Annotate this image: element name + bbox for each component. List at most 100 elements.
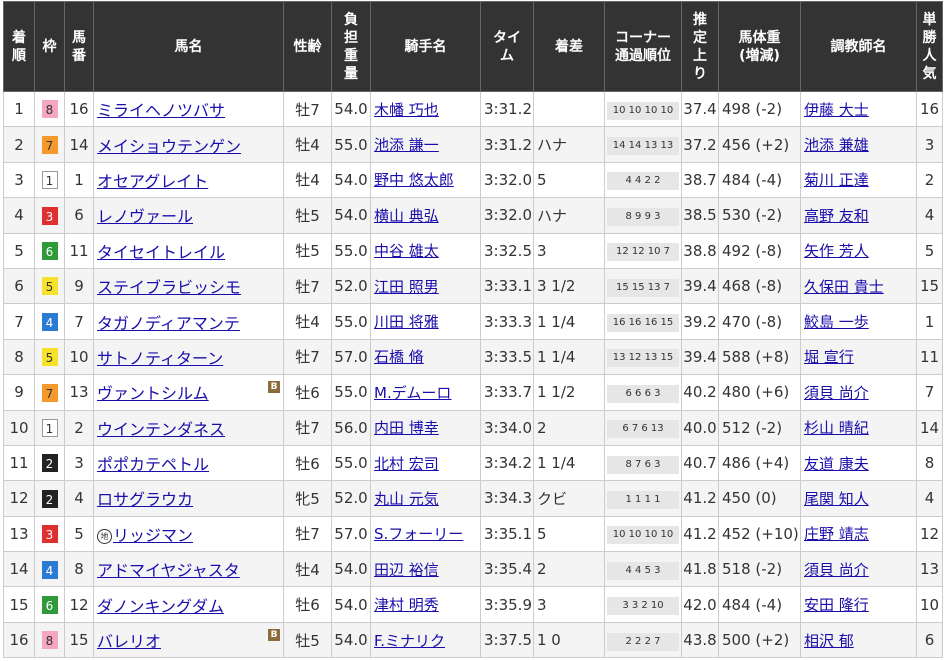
header-jockey[interactable]: 騎手名 <box>370 1 481 92</box>
pop-value: 4 <box>924 206 935 225</box>
trainer-link[interactable]: 須貝 尚介 <box>804 561 869 579</box>
horse-link[interactable]: レノヴァール <box>97 207 193 226</box>
jockey-link[interactable]: 津村 明秀 <box>374 596 439 614</box>
jockey-link[interactable]: 丸山 元気 <box>374 490 439 508</box>
header-margin[interactable]: 着差 <box>533 1 605 92</box>
jockey-link[interactable]: 池添 謙一 <box>374 136 439 154</box>
horse-link[interactable]: メイショウテンゲン <box>97 137 241 156</box>
horse-link[interactable]: ステイブラビッシモ <box>97 278 241 297</box>
trainer-link[interactable]: 安田 隆行 <box>804 596 869 614</box>
jockey-link[interactable]: 石橋 脩 <box>374 348 424 366</box>
horse-link[interactable]: タイセイトレイル <box>97 243 225 262</box>
jockey-link[interactable]: M.デムーロ <box>374 384 451 402</box>
weight-cell: 54.0 <box>331 90 371 128</box>
waku-cell: 2 <box>34 444 65 482</box>
weight-cell: 54.0 <box>331 551 371 588</box>
jockey-link[interactable]: 北村 宏司 <box>374 455 439 473</box>
jockey-link[interactable]: 中谷 雄太 <box>374 242 439 260</box>
body-value: 480 (+6) <box>722 383 790 402</box>
waku-cell: 5 <box>34 267 65 305</box>
trainer-link[interactable]: 池添 兼雄 <box>804 136 869 154</box>
trainer-link[interactable]: 尾関 知人 <box>804 490 869 508</box>
umaban-cell: 1 <box>64 161 94 199</box>
umaban-cell: 6 <box>64 197 94 234</box>
header-horse[interactable]: 馬名 <box>93 1 284 92</box>
trainer-link[interactable]: 久保田 貴士 <box>804 278 884 296</box>
weight-cell: 54.0 <box>331 197 371 234</box>
horse-link[interactable]: ポポカテペトル <box>97 455 209 474</box>
waku-cell: 3 <box>34 515 65 553</box>
body-value: 588 (+8) <box>722 347 790 366</box>
trainer-link[interactable]: 相沢 郁 <box>804 632 854 650</box>
time-value: 3:31.2 <box>484 100 532 119</box>
trainer-link[interactable]: 庄野 靖志 <box>804 525 869 543</box>
header-time[interactable]: タイム <box>480 1 534 92</box>
umaban-value: 12 <box>69 595 89 614</box>
jockey-link[interactable]: F.ミナリク <box>374 632 445 650</box>
body-cell: 480 (+6) <box>718 374 801 411</box>
header-pop[interactable]: 単勝人気 <box>916 1 943 92</box>
trainer-link[interactable]: 菊川 正達 <box>804 171 869 189</box>
margin-value: 3 1/2 <box>537 277 576 296</box>
header-body[interactable]: 馬体重 (増減) <box>718 1 801 92</box>
body-value: 484 (-4) <box>722 595 783 614</box>
sexage-value: 牡4 <box>295 136 320 155</box>
horse-link[interactable]: ミライヘノツバサ <box>97 101 225 120</box>
header-last[interactable]: 推定上り <box>681 1 719 92</box>
jockey-link[interactable]: 川田 将雅 <box>374 313 439 331</box>
margin-cell: 1 1/4 <box>533 338 605 376</box>
pop-cell: 10 <box>916 586 943 623</box>
sexage-cell: 牡6 <box>283 586 332 623</box>
horse-link[interactable]: バレリオ <box>97 632 161 651</box>
header-umaban[interactable]: 馬番 <box>64 1 94 92</box>
trainer-link[interactable]: 杉山 晴紀 <box>804 419 869 437</box>
horse-link[interactable]: ヴァントシルム <box>97 384 209 403</box>
horse-link[interactable]: ウインテンダネス <box>97 420 225 439</box>
horse-link[interactable]: オセアグレイト <box>97 172 208 191</box>
margin-value: ハナ <box>537 136 568 155</box>
margin-cell: 1 1/4 <box>533 444 605 482</box>
last-cell: 39.4 <box>681 338 719 376</box>
horse-link[interactable]: タガノディアマンテ <box>97 314 240 333</box>
header-rank[interactable]: 着順 <box>3 1 35 92</box>
horse-link[interactable]: ロサグラウカ <box>97 490 193 509</box>
trainer-cell: 池添 兼雄 <box>800 126 917 163</box>
trainer-link[interactable]: 矢作 芳人 <box>804 242 869 260</box>
header-trainer[interactable]: 調教師名 <box>800 1 917 92</box>
umaban-cell: 11 <box>64 232 94 269</box>
waku-badge: 8 <box>41 631 58 650</box>
pop-value: 13 <box>919 560 940 579</box>
header-corner[interactable]: コーナー 通過順位 <box>604 1 682 92</box>
time-value: 3:32.0 <box>484 170 532 189</box>
horse-link[interactable]: リッジマン <box>113 526 193 545</box>
margin-value: 1 1/4 <box>537 347 576 366</box>
header-sexage[interactable]: 性齢 <box>283 1 332 92</box>
trainer-link[interactable]: 鮫島 一歩 <box>804 313 869 331</box>
jockey-link[interactable]: S.フォーリー <box>374 525 463 543</box>
trainer-link[interactable]: 須貝 尚介 <box>804 384 869 402</box>
corner-cell: 13 12 13 15 <box>604 338 682 376</box>
horse-link[interactable]: アドマイヤジャスタ <box>97 561 240 580</box>
trainer-link[interactable]: 堀 宣行 <box>804 348 854 366</box>
jockey-link[interactable]: 田辺 裕信 <box>374 561 439 579</box>
time-cell: 3:34.3 <box>480 480 534 517</box>
last-value: 43.8 <box>683 631 717 650</box>
header-waku[interactable]: 枠 <box>34 1 65 92</box>
rank-value: 9 <box>14 383 24 402</box>
trainer-link[interactable]: 高野 友和 <box>804 207 869 225</box>
trainer-cell: 矢作 芳人 <box>800 232 917 269</box>
horse-link[interactable]: サトノティターン <box>97 349 223 368</box>
jockey-link[interactable]: 内田 博幸 <box>374 419 439 437</box>
header-weight[interactable]: 負担重量 <box>331 1 371 92</box>
body-value: 512 (-2) <box>722 418 783 437</box>
jockey-link[interactable]: 横山 典弘 <box>374 207 439 225</box>
horse-link[interactable]: ダノンキングダム <box>97 597 224 616</box>
trainer-link[interactable]: 伊藤 大士 <box>804 101 869 119</box>
trainer-link[interactable]: 友道 康夫 <box>804 455 869 473</box>
jockey-link[interactable]: 木幡 巧也 <box>374 101 439 119</box>
weight-cell: 55.0 <box>331 444 371 482</box>
jockey-link[interactable]: 野中 悠太郎 <box>374 171 454 189</box>
sexage-value: 牡7 <box>295 348 320 367</box>
jockey-link[interactable]: 江田 照男 <box>374 278 439 296</box>
table-row: 16 8 15 バレリオ B 牡5 54.0 F.ミナリク 3:37.5 1 0 … <box>3 621 943 659</box>
